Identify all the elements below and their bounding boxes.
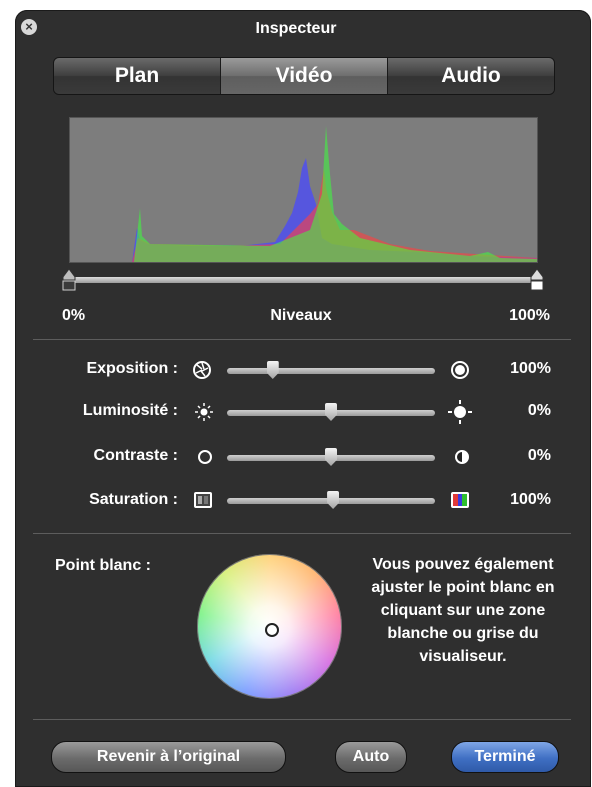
contrast-low-icon: [198, 450, 212, 464]
tab-audio[interactable]: Audio: [388, 58, 554, 94]
saturation-label: Saturation :: [89, 491, 178, 508]
levels-range-slider[interactable]: [69, 277, 536, 283]
brightness-value: 0%: [527, 402, 551, 419]
divider: [33, 719, 571, 720]
exposure-low-icon: [193, 361, 211, 379]
levels-max-label: 100%: [509, 307, 550, 324]
contrast-value: 0%: [527, 447, 551, 464]
divider: [33, 339, 571, 340]
revert-button[interactable]: Revenir à l’original: [51, 741, 286, 773]
done-button[interactable]: Terminé: [451, 741, 559, 773]
contrast-high-icon: [455, 450, 469, 464]
tab-plan[interactable]: Plan: [54, 58, 221, 94]
contrast-label: Contraste :: [93, 447, 178, 464]
saturation-value: 100%: [510, 491, 551, 508]
brightness-low-icon: [195, 403, 213, 421]
auto-button[interactable]: Auto: [335, 741, 407, 773]
tab-bar: Plan Vidéo Audio: [53, 57, 555, 95]
white-point-hint: Vous pouvez également ajuster le point b…: [371, 556, 555, 665]
exposure-value: 100%: [510, 360, 551, 377]
window-title: Inspecteur: [255, 20, 337, 37]
exposure-slider[interactable]: [227, 368, 435, 374]
divider: [33, 533, 571, 534]
brightness-high-icon: [448, 400, 472, 424]
exposure-high-icon: [451, 361, 469, 379]
saturation-high-icon: [451, 492, 469, 508]
levels-min-handle[interactable]: [62, 268, 76, 292]
tab-video[interactable]: Vidéo: [221, 58, 388, 94]
levels-title: Niveaux: [270, 307, 332, 324]
levels-histogram: [69, 117, 538, 263]
white-point-target[interactable]: [265, 623, 279, 637]
brightness-label: Luminosité :: [82, 402, 178, 419]
white-point-label: Point blanc :: [55, 557, 151, 574]
saturation-low-icon: [194, 492, 212, 508]
levels-max-handle[interactable]: [530, 268, 544, 292]
exposure-label: Exposition :: [86, 360, 178, 377]
